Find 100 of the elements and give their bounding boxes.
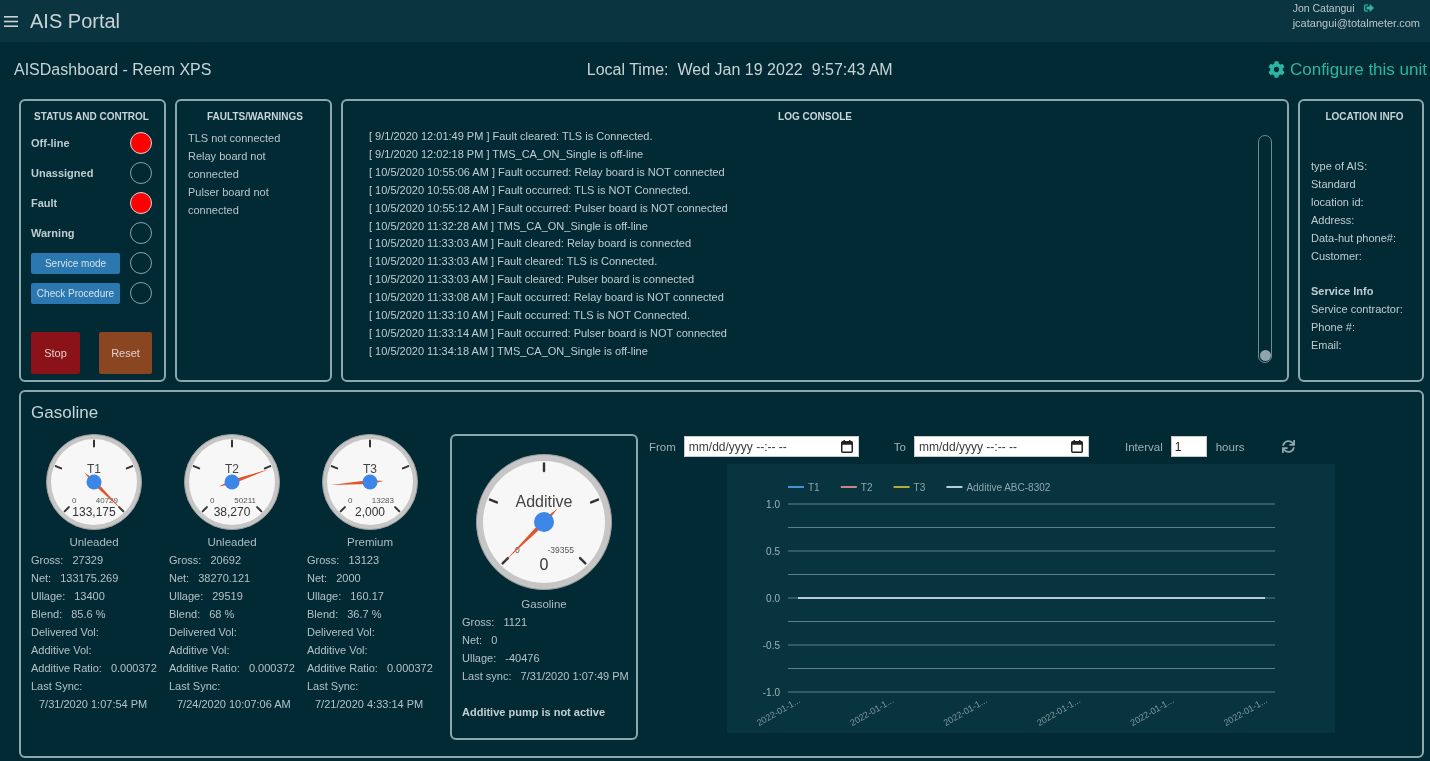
date-field[interactable]: mm/dd/yyyy --:-- -- bbox=[683, 436, 859, 457]
date-field[interactable]: mm/dd/yyyy --:-- -- bbox=[914, 436, 1089, 457]
product-name: Premium bbox=[346, 535, 394, 550]
stat-value: 2000 bbox=[336, 571, 361, 586]
gauge-min-label: 0 bbox=[348, 496, 353, 505]
menu-icon[interactable] bbox=[4, 15, 18, 27]
user-name: Jon Catangui bbox=[1292, 2, 1355, 14]
stop-button[interactable]: Stop bbox=[31, 332, 80, 374]
stat-value: 27329 bbox=[72, 553, 103, 568]
stat-value: 7/31/2020 1:07:54 PM bbox=[38, 697, 149, 712]
settings-icon bbox=[1267, 61, 1285, 78]
stat-value: 7/21/2020 4:33:14 PM bbox=[314, 697, 425, 712]
filter-label: Interval bbox=[1125, 440, 1163, 453]
info-field: Service contractor: bbox=[1311, 301, 1418, 320]
y-tick-label: -0.5 bbox=[762, 639, 780, 651]
y-tick-label: -1.0 bbox=[762, 686, 780, 698]
stat-value: 20692 bbox=[210, 553, 241, 568]
gauge-max-label: 13283 bbox=[371, 496, 394, 505]
stat-label: Gross: bbox=[169, 553, 202, 568]
filter-label: From bbox=[649, 440, 676, 453]
interval-field[interactable]: 1 bbox=[1170, 436, 1207, 457]
stat-value: 36.7 % bbox=[347, 607, 382, 622]
app-title: AIS Portal bbox=[30, 9, 121, 33]
mode-button[interactable]: Check Procedure bbox=[31, 282, 120, 304]
gauge-max-label: -39355 bbox=[547, 545, 574, 555]
fault-message: Relay board not connected bbox=[188, 149, 267, 182]
stat-label: Ullage: bbox=[169, 589, 204, 604]
stat-label: Blend: bbox=[31, 607, 63, 622]
fault-message: Pulser board not connected bbox=[188, 185, 270, 218]
stat-value: 13123 bbox=[348, 553, 379, 568]
log-entry: [ 10/5/2020 11:33:08 AM ] Fault occurred: Relay board is NOT connected bbox=[369, 290, 725, 306]
y-tick-label: 0.5 bbox=[765, 545, 780, 557]
log-entry: [ 10/5/2020 11:34:18 AM ] TMS_CA_ON_Single is off-line bbox=[369, 343, 649, 359]
legend-label[interactable]: T2 bbox=[860, 481, 872, 493]
log-entry: [ 10/5/2020 11:32:28 AM ] TMS_CA_ON_Single is off-line bbox=[369, 218, 649, 234]
stat-label: Last Sync: bbox=[169, 679, 221, 694]
panel-title: LOCATION INFO bbox=[1324, 110, 1405, 124]
calendar-icon[interactable] bbox=[1071, 440, 1083, 453]
refresh-icon[interactable] bbox=[1281, 440, 1295, 453]
stat-label: Net: bbox=[462, 633, 483, 648]
fault-message: TLS not connected bbox=[188, 131, 282, 146]
stat-label: Blend: bbox=[169, 607, 201, 622]
gauge-min-label: 0 bbox=[72, 496, 77, 505]
y-tick-label: 0.0 bbox=[765, 592, 780, 604]
stat-value: 1121 bbox=[503, 615, 528, 630]
product-name: Unleaded bbox=[68, 535, 120, 550]
status-label: Warning bbox=[31, 227, 75, 239]
mode-button[interactable]: Service mode bbox=[31, 252, 120, 274]
gauge-min-label: 0 bbox=[210, 496, 215, 505]
scrollbar-thumb[interactable] bbox=[1259, 350, 1271, 361]
section-title: Gasoline bbox=[31, 402, 100, 424]
stat-label: Additive Vol: bbox=[307, 643, 368, 658]
log-entry: [ 10/5/2020 11:33:03 AM ] Fault cleared: Pulser board is connected bbox=[369, 272, 696, 288]
stat-label: Ullage: bbox=[307, 589, 342, 604]
stat-label: Delivered Vol: bbox=[31, 625, 99, 640]
calendar-icon[interactable] bbox=[840, 440, 853, 453]
log-entry: [ 9/1/2020 12:01:49 PM ] Fault cleared: TLS is Connected. bbox=[369, 129, 654, 144]
stat-label: Delivered Vol: bbox=[169, 625, 237, 640]
info-field: Email: bbox=[1311, 337, 1418, 355]
reset-button[interactable]: Reset bbox=[99, 332, 152, 374]
info-field: Customer: bbox=[1311, 247, 1418, 266]
stat-label: Additive Ratio: bbox=[31, 661, 102, 676]
stat-value: 0.000372 bbox=[110, 661, 157, 676]
stat-value: 0.000372 bbox=[248, 661, 295, 676]
configure-link[interactable]: Configure this unit bbox=[1267, 59, 1427, 80]
legend-label[interactable]: T1 bbox=[807, 481, 820, 493]
logout-icon[interactable] bbox=[1363, 3, 1374, 13]
stat-value: 7/24/2020 10:07:06 AM bbox=[176, 697, 292, 712]
status-label: Off-line bbox=[31, 137, 70, 149]
log-entry: [ 10/5/2020 10:55:12 AM ] Fault occurred: Pulser board is NOT connected bbox=[369, 200, 729, 216]
gauge-reading: 38,270 bbox=[213, 505, 251, 519]
y-tick-label: 1.0 bbox=[765, 498, 780, 510]
section-heading: Service Info bbox=[1311, 284, 1375, 300]
log-entry: [ 10/5/2020 10:55:08 AM ] Fault occurred: TLS is NOT Connected. bbox=[369, 182, 692, 198]
stat-label: Gross: bbox=[307, 553, 340, 568]
stat-label: Additive Ratio: bbox=[307, 661, 378, 676]
gauge-reading: 133,175 bbox=[72, 505, 116, 519]
log-entry: [ 9/1/2020 12:02:18 PM ] TMS_CA_ON_Single is off-line bbox=[369, 146, 645, 162]
status-label: Fault bbox=[31, 197, 58, 209]
stat-label: Additive Ratio: bbox=[169, 661, 240, 676]
gauge-max-label: 50211 bbox=[234, 496, 256, 505]
local-time-label: Local Time: bbox=[586, 60, 669, 79]
stat-value: 68 % bbox=[209, 607, 235, 622]
log-entry: [ 10/5/2020 11:33:03 AM ] Fault cleared: TLS is Connected. bbox=[369, 254, 659, 270]
info-field: Standard bbox=[1311, 175, 1418, 194]
stat-label: Ullage: bbox=[31, 589, 66, 604]
info-field: location id: bbox=[1311, 193, 1418, 212]
stat-label: Blend: bbox=[307, 607, 339, 622]
panel-title: STATUS AND CONTROL bbox=[33, 110, 150, 124]
gauge-label: T3 bbox=[363, 462, 377, 476]
legend-label[interactable]: Additive ABC-8302 bbox=[965, 481, 1050, 493]
filter-label: To bbox=[893, 440, 906, 453]
gauge-label: Additive bbox=[515, 493, 573, 510]
stat-label: Ullage: bbox=[462, 651, 497, 666]
product-name: Gasoline bbox=[520, 597, 568, 612]
stat-value: 0 bbox=[491, 633, 498, 648]
panel-title: FAULTS/WARNINGS bbox=[206, 110, 304, 124]
pump-status: Additive pump is not active bbox=[462, 705, 607, 720]
legend-label[interactable]: T3 bbox=[913, 481, 925, 493]
stat-value: 38270.121 bbox=[198, 571, 251, 586]
